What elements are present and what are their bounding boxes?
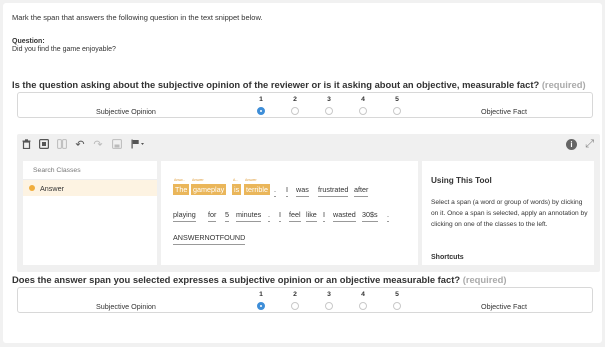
question-label: Question: (12, 38, 45, 45)
q1-option-4-radio[interactable] (359, 107, 367, 115)
word-token[interactable]: . (274, 185, 276, 197)
info-icon[interactable]: i (566, 139, 577, 150)
q1-heading-text: Is the question asking about the subject… (12, 79, 540, 90)
annotated-span[interactable]: The (173, 184, 190, 195)
q1-option-3-radio[interactable] (325, 107, 333, 115)
word-token[interactable]: like (306, 210, 317, 222)
q1-option-2-number: 2 (293, 96, 297, 103)
word-token[interactable]: 5 (225, 210, 229, 222)
q2-option-3-number: 3 (327, 291, 331, 298)
tokens-icon[interactable] (56, 139, 68, 151)
q1-scale: Subjective Opinion 1 2 3 4 5 Objective F… (17, 92, 593, 118)
class-color-dot (29, 185, 35, 191)
word-token[interactable]: wasted (333, 210, 356, 222)
fullscreen-icon[interactable]: ⤢ (585, 138, 594, 151)
redo-icon[interactable]: ↷ (92, 139, 104, 151)
annotation-tool: ↶ ↷ i ⤢ Search Classes Answer Answ... Th… (17, 134, 600, 272)
undo-icon[interactable]: ↶ (74, 139, 86, 151)
q1-required-tag: (required) (541, 79, 586, 90)
span-tag: Answer (245, 178, 257, 182)
save-icon[interactable] (111, 139, 123, 151)
span-tag: A... (233, 178, 239, 182)
flag-icon[interactable] (131, 139, 144, 151)
task-card: Mark the span that answers the following… (3, 3, 602, 343)
word-token[interactable]: I (286, 185, 288, 197)
text-snippet-pane: Answ... The Answer gameplay A... is Answ… (161, 161, 418, 265)
annotated-span[interactable]: terrible (244, 184, 270, 195)
annotated-span[interactable]: gameplay (191, 184, 227, 195)
q2-option-5-radio[interactable] (393, 302, 401, 310)
word-token[interactable]: I (323, 210, 325, 222)
classes-panel: Search Classes Answer (23, 161, 157, 265)
q2-option-2-number: 2 (293, 291, 297, 298)
word-token[interactable]: feel (289, 210, 301, 222)
q2-scale: Subjective Opinion 1 2 3 4 5 Objective F… (17, 287, 593, 313)
word-token[interactable]: was (296, 185, 309, 197)
expand-tokens-icon[interactable] (38, 139, 50, 151)
word-token[interactable]: frustrated (318, 185, 349, 197)
help-body: Select a span (a word or group of words)… (431, 199, 588, 228)
q1-heading: Is the question asking about the subject… (12, 79, 586, 90)
q1-option-2-radio[interactable] (291, 107, 299, 115)
q2-heading-text: Does the answer span you selected expres… (12, 274, 461, 285)
class-item-label: Answer (40, 184, 64, 193)
word-token[interactable]: playing (173, 210, 196, 222)
class-item-answer[interactable]: Answer (23, 180, 157, 196)
word-token[interactable]: . (387, 210, 389, 222)
word-token[interactable]: minutes (236, 210, 262, 222)
class-search-input[interactable]: Search Classes (23, 161, 157, 180)
q1-left-label: Subjective Opinion (96, 107, 156, 116)
q1-option-3-number: 3 (327, 96, 331, 103)
word-token[interactable]: after (354, 185, 369, 197)
q2-option-4-number: 4 (361, 291, 365, 298)
instruction-text: Mark the span that answers the following… (12, 13, 263, 22)
annotated-span[interactable]: is (232, 184, 242, 195)
word-token[interactable]: . (268, 210, 270, 222)
q1-option-4-number: 4 (361, 96, 365, 103)
q1-right-label: Objective Fact (481, 107, 527, 116)
q2-option-5-number: 5 (395, 291, 399, 298)
span-tag: Answ... (174, 178, 186, 182)
help-panel: Using This Tool Select a span (a word or… (422, 161, 594, 265)
question-text: Did you find the game enjoyable? (12, 46, 116, 53)
q1-option-1-number: 1 (259, 96, 263, 103)
word-token[interactable]: I (279, 210, 281, 222)
q1-option-5-number: 5 (395, 96, 399, 103)
help-title: Using This Tool (431, 176, 492, 185)
q1-option-5-radio[interactable] (393, 107, 401, 115)
span-tag: Answer (192, 178, 204, 182)
q2-option-2-radio[interactable] (291, 302, 299, 310)
word-token[interactable]: for (208, 210, 217, 222)
trash-icon[interactable] (20, 139, 32, 151)
help-shortcuts-heading: Shortcuts (431, 254, 464, 261)
q2-left-label: Subjective Opinion (96, 302, 156, 311)
q2-right-label: Objective Fact (481, 302, 527, 311)
q2-option-1-radio[interactable] (257, 302, 265, 310)
answer-not-found-token[interactable]: ANSWERNOTFOUND (173, 233, 246, 245)
q1-option-1-radio[interactable] (257, 107, 265, 115)
q2-option-1-number: 1 (259, 291, 263, 298)
q2-required-tag: (required) (462, 274, 507, 285)
annotation-toolbar: ↶ ↷ i ⤢ (17, 134, 600, 156)
word-token[interactable]: 30$s (362, 210, 378, 222)
q2-heading: Does the answer span you selected expres… (12, 274, 506, 285)
q2-option-4-radio[interactable] (359, 302, 367, 310)
q2-option-3-radio[interactable] (325, 302, 333, 310)
